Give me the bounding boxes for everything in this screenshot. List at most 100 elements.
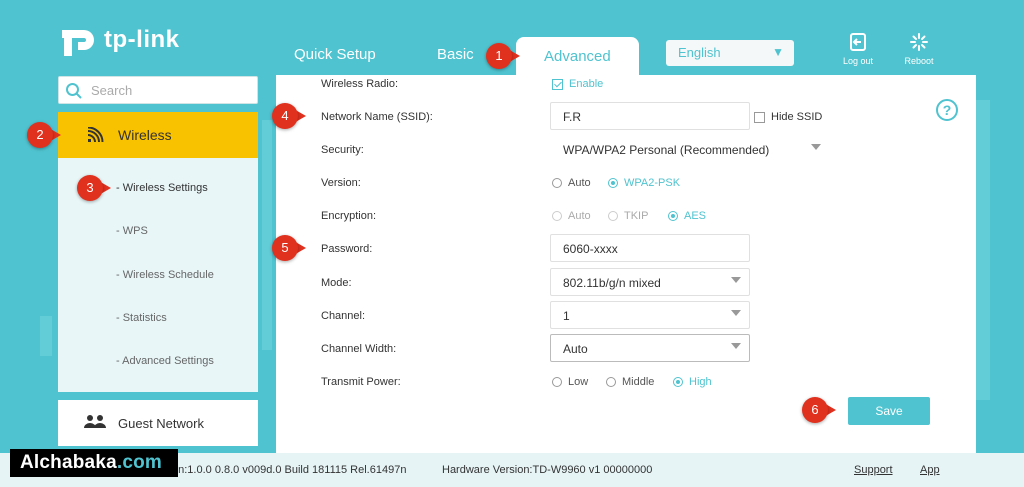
power-low-radio[interactable]: Low <box>552 376 588 388</box>
watermark: Alchabaka.com <box>10 449 178 477</box>
encryption-auto-radio[interactable]: Auto <box>552 210 591 222</box>
sidebar-item-wireless-schedule[interactable]: - Wireless Schedule <box>116 269 214 281</box>
marker-number: 4 <box>272 103 298 129</box>
radio-icon <box>668 211 678 221</box>
mode-select[interactable]: 802.11b/g/n mixed <box>550 268 750 296</box>
sidebar-item-wireless-settings[interactable]: - Wireless Settings <box>116 182 208 194</box>
tab-advanced[interactable]: Advanced <box>516 37 639 75</box>
sidebar-item-label: Wireless <box>118 127 172 143</box>
radio-icon <box>673 377 683 387</box>
reboot-label: Reboot <box>904 56 934 66</box>
transmit-power-label: Transmit Power: <box>321 376 401 388</box>
firmware-version: on:1.0.0 0.8.0 v009d.0 Build 181115 Rel.… <box>172 464 407 476</box>
radio-icon <box>606 377 616 387</box>
search-icon <box>66 83 82 99</box>
password-input[interactable]: 6060-xxxx <box>550 234 750 262</box>
search-input[interactable]: Search <box>58 76 258 104</box>
radio-icon <box>552 178 562 188</box>
wifi-icon <box>87 127 104 143</box>
chevron-down-icon <box>731 277 741 283</box>
sidebar-item-wps[interactable]: - WPS <box>116 225 148 237</box>
search-placeholder: Search <box>91 83 133 98</box>
background-decoration <box>262 120 272 350</box>
watermark-name: Alchabaka <box>20 452 117 473</box>
hide-ssid-label: Hide SSID <box>771 111 823 123</box>
wireless-settings-panel: ? Wireless Radio: Enable Network Name (S… <box>276 75 976 453</box>
language-select[interactable]: English ▼ <box>666 40 794 66</box>
security-value: WPA/WPA2 Personal (Recommended) <box>563 143 770 157</box>
reboot-icon <box>910 33 928 51</box>
app-link[interactable]: App <box>920 464 940 476</box>
reboot-button[interactable]: Reboot <box>897 32 941 66</box>
encryption-tkip-radio[interactable]: TKIP <box>608 210 648 222</box>
tab-basic[interactable]: Basic <box>437 46 474 63</box>
wireless-radio-label: Wireless Radio: <box>321 78 399 90</box>
radio-label: Auto <box>568 177 591 189</box>
version-label: Version: <box>321 177 361 189</box>
chevron-down-icon <box>731 310 741 316</box>
version-wpa2-radio[interactable]: WPA2-PSK <box>608 177 680 189</box>
language-value: English <box>678 45 721 60</box>
channel-width-value: Auto <box>563 342 588 356</box>
radio-icon <box>608 211 618 221</box>
hardware-version: Hardware Version:TD-W9960 v1 00000000 <box>442 464 653 476</box>
chevron-down-icon: ▼ <box>772 45 784 59</box>
logout-icon <box>850 33 866 51</box>
sidebar-item-advanced-settings[interactable]: - Advanced Settings <box>116 355 214 367</box>
radio-label: Low <box>568 376 589 388</box>
encryption-aes-radio[interactable]: AES <box>668 210 706 222</box>
hide-ssid-checkbox[interactable]: Hide SSID <box>754 111 822 123</box>
logout-button[interactable]: Log out <box>836 32 880 66</box>
chevron-down-icon <box>731 343 741 349</box>
channel-width-label: Channel Width: <box>321 343 397 355</box>
radio-label: AES <box>684 210 707 222</box>
radio-label: Auto <box>568 210 591 222</box>
logout-label: Log out <box>842 56 874 66</box>
marker-number: 1 <box>486 43 512 69</box>
enable-label: Enable <box>569 78 604 90</box>
marker-number: 6 <box>802 397 828 423</box>
marker-number: 5 <box>272 235 298 261</box>
tab-quick-setup[interactable]: Quick Setup <box>294 46 376 63</box>
power-high-radio[interactable]: High <box>673 376 712 388</box>
radio-label: TKIP <box>624 210 649 222</box>
ssid-label: Network Name (SSID): <box>321 111 433 123</box>
channel-value: 1 <box>563 309 570 323</box>
channel-select[interactable]: 1 <box>550 301 750 329</box>
radio-label: Middle <box>622 376 655 388</box>
mode-value: 802.11b/g/n mixed <box>563 276 661 290</box>
encryption-label: Encryption: <box>321 210 377 222</box>
background-decoration <box>40 316 52 356</box>
ssid-input[interactable]: F.R <box>550 102 750 130</box>
password-label: Password: <box>321 243 373 255</box>
radio-icon <box>552 377 562 387</box>
logo-text: tp-link <box>104 26 180 53</box>
support-link[interactable]: Support <box>854 464 893 476</box>
sidebar-item-guest-network[interactable]: Guest Network <box>58 400 258 446</box>
chevron-down-icon <box>811 144 821 150</box>
radio-icon <box>552 211 562 221</box>
radio-label: WPA2-PSK <box>624 177 681 189</box>
sidebar-item-wireless[interactable]: Wireless <box>58 112 258 158</box>
sidebar-item-label: Guest Network <box>118 416 204 431</box>
channel-label: Channel: <box>321 310 366 322</box>
watermark-domain: .com <box>116 452 163 473</box>
tp-link-logo-icon <box>58 20 98 60</box>
sidebar-item-statistics[interactable]: - Statistics <box>116 312 167 324</box>
mode-label: Mode: <box>321 277 352 289</box>
radio-icon <box>608 178 618 188</box>
checkbox-icon <box>754 111 765 123</box>
users-icon <box>84 415 106 428</box>
enable-checkbox[interactable]: Enable <box>552 78 603 90</box>
security-label: Security: <box>321 144 364 156</box>
security-select[interactable]: WPA/WPA2 Personal (Recommended) <box>550 135 830 163</box>
checkbox-icon <box>552 78 563 90</box>
version-auto-radio[interactable]: Auto <box>552 177 591 189</box>
radio-label: High <box>689 376 712 388</box>
help-icon[interactable]: ? <box>936 99 958 121</box>
power-middle-radio[interactable]: Middle <box>606 376 654 388</box>
channel-width-select[interactable]: Auto <box>550 334 750 362</box>
background-decoration <box>976 100 990 400</box>
save-button[interactable]: Save <box>848 397 930 425</box>
marker-number: 2 <box>27 122 53 148</box>
